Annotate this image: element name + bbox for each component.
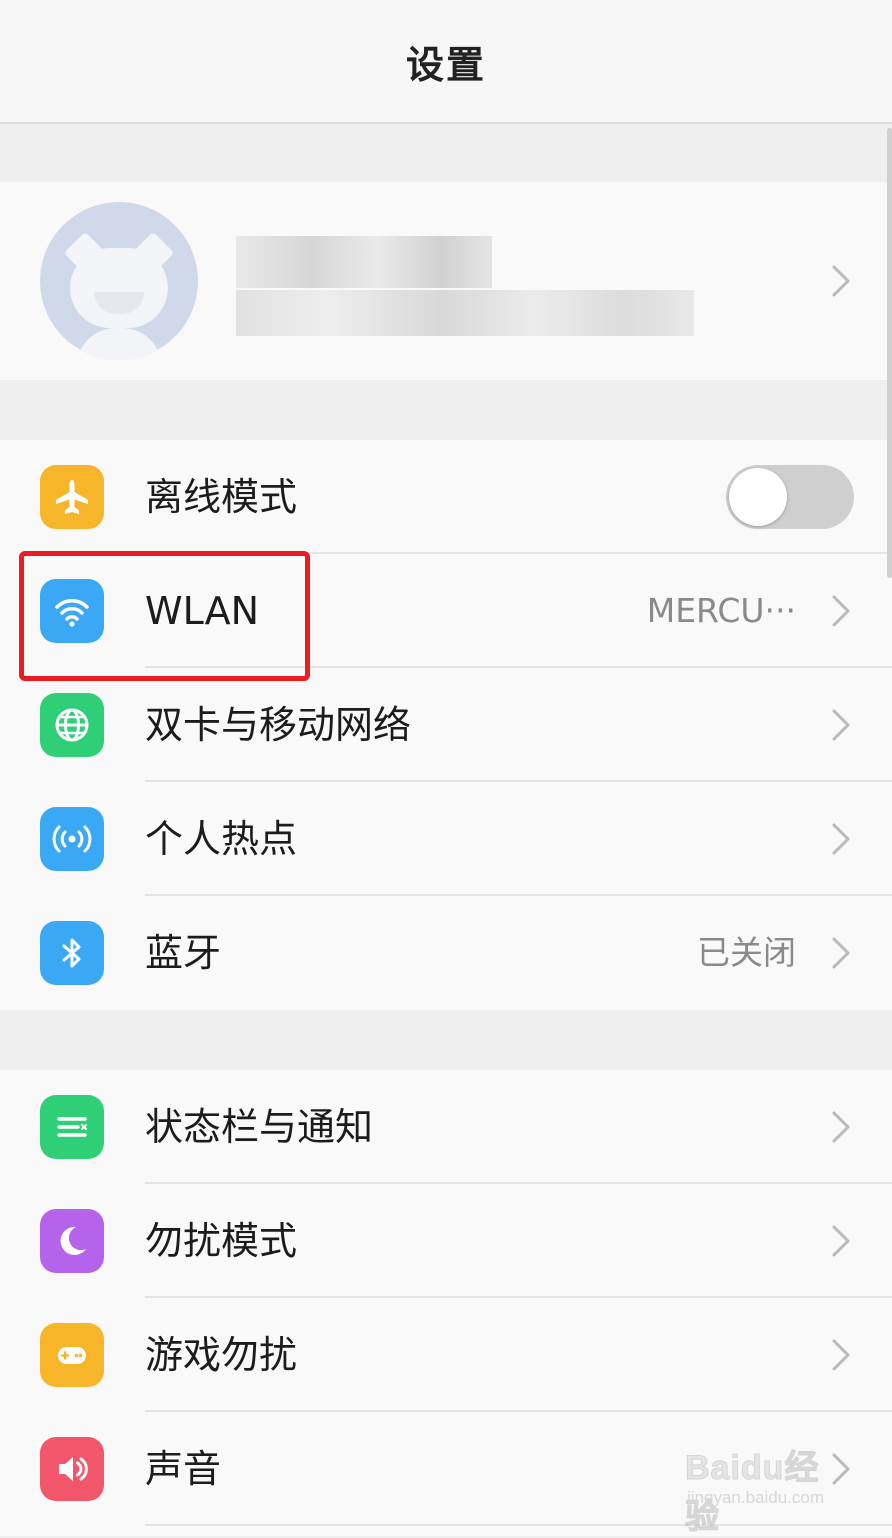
setting-label: 个人热点 [145, 817, 298, 861]
chevron-right-icon [832, 823, 850, 855]
setting-row-status-bar[interactable]: 状态栏与通知 [0, 1070, 892, 1184]
avatar-cat-icon [40, 202, 198, 360]
speaker-icon [40, 1437, 104, 1501]
chevron-right-icon [832, 1111, 850, 1143]
setting-label: 离线模式 [145, 475, 298, 519]
setting-row-hotspot[interactable]: 个人热点 [0, 782, 892, 896]
chevron-right-icon [832, 937, 850, 969]
chevron-right-icon [832, 265, 850, 297]
toggle-knob [729, 468, 787, 526]
setting-label: 声音 [145, 1447, 222, 1491]
watermark-url: jingyan.baidu.com [687, 1488, 825, 1507]
account-id-blurred [236, 290, 694, 336]
wlan-network-name: MERCU··· [646, 591, 796, 630]
hotspot-icon [40, 807, 104, 871]
bluetooth-icon [40, 921, 104, 985]
airplane-icon [40, 465, 104, 529]
setting-label: 双卡与移动网络 [145, 703, 412, 747]
wlan-highlight-annotation [19, 551, 310, 681]
setting-row-game-dnd[interactable]: 游戏勿扰 [0, 1298, 892, 1412]
globe-icon [40, 693, 104, 757]
setting-label: 蓝牙 [145, 931, 222, 975]
baidu-jingyan-watermark: Baidu经验 jingyan.baidu.com [685, 1440, 845, 1537]
setting-label: 勿扰模式 [145, 1219, 298, 1263]
account-profile-row[interactable] [0, 182, 892, 380]
setting-row-bluetooth[interactable]: 蓝牙 已关闭 [0, 896, 892, 1010]
chevron-right-icon [832, 595, 850, 627]
page-title: 设置 [405, 42, 486, 87]
notification-list-icon [40, 1095, 104, 1159]
setting-row-airplane-mode[interactable]: 离线模式 [0, 440, 892, 554]
chevron-right-icon [832, 1225, 850, 1257]
setting-row-dual-sim[interactable]: 双卡与移动网络 [0, 668, 892, 782]
gamepad-icon [40, 1323, 104, 1387]
setting-label: 状态栏与通知 [145, 1105, 374, 1149]
bluetooth-status: 已关闭 [697, 933, 796, 972]
top-bar: 设置 [0, 0, 892, 124]
chevron-right-icon [832, 1339, 850, 1371]
account-name-blurred [236, 236, 492, 288]
airplane-mode-toggle[interactable] [726, 465, 854, 529]
chevron-right-icon [832, 709, 850, 741]
setting-label: 游戏勿扰 [145, 1333, 298, 1377]
moon-icon [40, 1209, 104, 1273]
scrollbar[interactable] [887, 128, 892, 578]
network-settings-group: 离线模式 WLAN MERCU··· 双卡与移动网络 个人热点 蓝牙 已关闭 [0, 440, 892, 1010]
setting-row-do-not-disturb[interactable]: 勿扰模式 [0, 1184, 892, 1298]
